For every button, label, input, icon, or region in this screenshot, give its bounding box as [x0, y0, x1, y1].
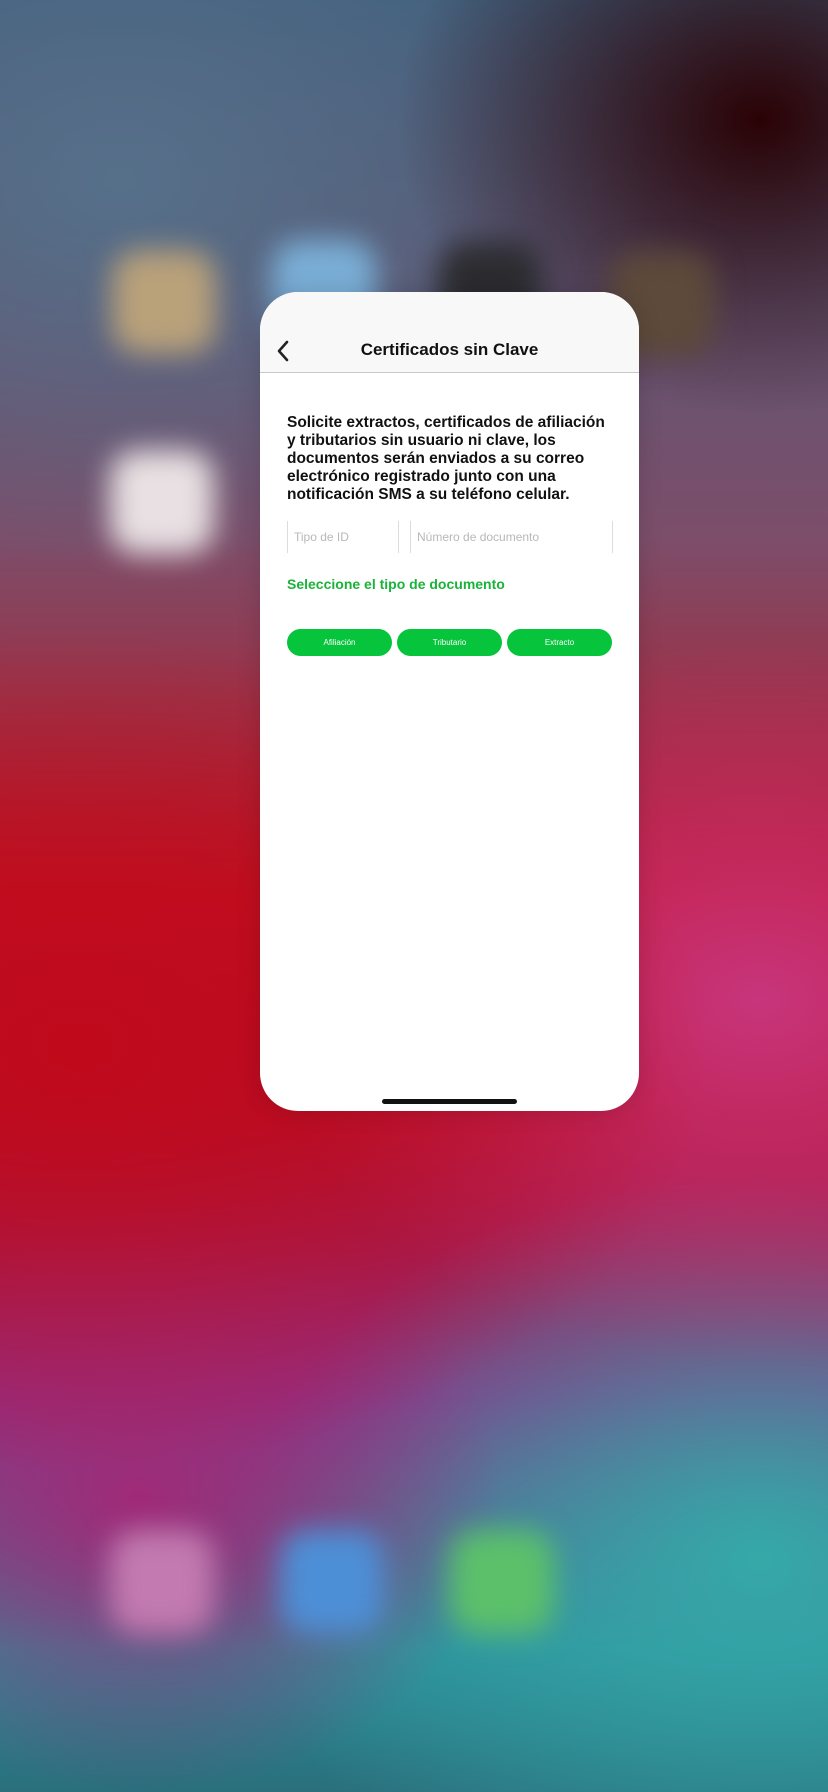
select-document-type-link[interactable]: Seleccione el tipo de documento — [287, 576, 505, 592]
blurred-app-icon — [112, 250, 216, 354]
blurred-dock-icon — [450, 1530, 554, 1634]
home-indicator[interactable] — [382, 1099, 517, 1104]
page-title: Certificados sin Clave — [360, 340, 539, 359]
tributario-button[interactable]: Tributario — [397, 629, 502, 656]
intro-description: Solicite extractos, certificados de afil… — [287, 414, 605, 503]
blurred-dock-icon — [110, 1530, 214, 1634]
navigation-bar: Certificados sin Clave — [260, 292, 639, 373]
app-switcher-card[interactable]: Certificados sin Clave Solicite extracto… — [260, 292, 639, 1111]
numero-documento-field[interactable] — [410, 521, 613, 553]
chevron-left-icon — [277, 340, 289, 362]
afiliacion-button[interactable]: Afiliación — [287, 629, 392, 656]
blurred-dock-icon — [280, 1530, 384, 1634]
extracto-button[interactable]: Extracto — [507, 629, 612, 656]
back-button[interactable] — [268, 336, 298, 366]
blurred-app-icon — [110, 450, 214, 554]
tipo-id-field[interactable] — [287, 521, 399, 553]
